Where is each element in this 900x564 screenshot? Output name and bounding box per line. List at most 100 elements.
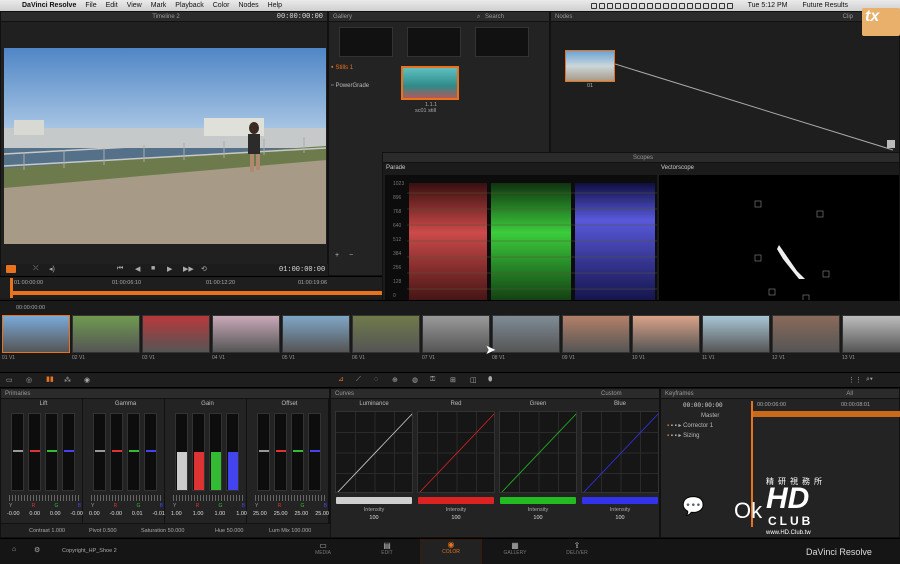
clip-thumbnail[interactable]: 12 V1 — [772, 315, 840, 369]
clip-thumbnail[interactable]: 04 V1 — [212, 315, 280, 369]
channel-meter[interactable] — [45, 413, 58, 491]
menu-playback[interactable]: Playback — [175, 2, 203, 9]
play-icon[interactable]: ▶ — [167, 265, 172, 273]
tab-deliver[interactable]: ⇪ DELIVER — [560, 541, 594, 563]
3d-icon[interactable]: ◫ — [470, 376, 477, 384]
gallery-album-slot-2[interactable] — [407, 27, 461, 57]
fast-forward-icon[interactable]: ▶▶ — [183, 265, 194, 273]
grid-icon[interactable]: ⋮⋮ — [848, 376, 862, 384]
curve-color-bar[interactable] — [418, 497, 494, 504]
tracker-icon[interactable]: ⊕ — [392, 376, 398, 384]
curves-mode[interactable]: Custom — [601, 389, 622, 399]
viewer-image[interactable] — [4, 48, 326, 244]
timeline-ruler[interactable]: 01:00:00:00 01:00:06:10 01:00:12:20 01:0… — [0, 276, 384, 298]
channel-meter[interactable] — [144, 413, 157, 491]
wheel-dial[interactable] — [9, 495, 79, 501]
keyframes-filter[interactable]: All — [846, 389, 853, 399]
window-icon[interactable]: ◌ — [374, 376, 378, 383]
channel-meter[interactable] — [209, 413, 222, 491]
tab-edit[interactable]: ▤ EDIT — [372, 541, 402, 563]
clock[interactable]: Tue 5:12 PM — [748, 2, 788, 9]
settings-icon[interactable]: ⚙ — [34, 546, 40, 554]
parade-label[interactable]: Parade — [386, 165, 405, 171]
app-name[interactable]: DaVinci Resolve — [22, 2, 76, 9]
channel-meter[interactable] — [93, 413, 106, 491]
clip-thumbnail[interactable]: 08 V1 — [492, 315, 560, 369]
node-01[interactable] — [565, 50, 615, 82]
clip-thumbnail[interactable]: 05 V1 — [282, 315, 350, 369]
clip-thumbnail[interactable]: 03 V1 — [142, 315, 210, 369]
wheel-dial[interactable] — [91, 495, 161, 501]
qualifier-icon[interactable]: ⟋ — [356, 376, 361, 384]
wheel-gain[interactable]: Gain Y R G B 1.00 1.00 1.00 1.00 — [169, 399, 247, 523]
keyframe-row-master[interactable]: Master — [665, 411, 749, 421]
key-icon[interactable]: ⚿ — [430, 376, 435, 384]
lum-mix-value[interactable]: Lum Mix 100.000 — [269, 528, 311, 534]
channel-meter[interactable] — [127, 413, 140, 491]
wheel-lift[interactable]: Lift Y R G B -0.00 0.00 0.00 -0.00 — [5, 399, 83, 523]
clip-thumbnail[interactable]: 02 V1 — [72, 315, 140, 369]
curve-graph[interactable] — [499, 411, 577, 493]
curve-blue[interactable]: Blue Intensity 100 — [580, 399, 660, 537]
intensity-value[interactable]: 100 — [580, 515, 660, 521]
clip-label[interactable]: Clip — [843, 12, 853, 22]
zoom-icon[interactable]: ⌕▾ — [866, 376, 873, 384]
curve-graph[interactable] — [335, 411, 413, 493]
gallery-album-slot-1[interactable] — [339, 27, 393, 57]
dropper-icon[interactable]: ⬮ — [488, 376, 492, 384]
menu-nodes[interactable]: Nodes — [238, 2, 258, 9]
clip-thumbnail[interactable]: 13 V1 — [842, 315, 900, 369]
stop-icon[interactable]: ■ — [151, 265, 155, 272]
channel-meter[interactable] — [110, 413, 123, 491]
curve-color-bar[interactable] — [500, 497, 576, 504]
pivot-value[interactable]: Pivot 0.500 — [89, 528, 117, 534]
home-icon[interactable]: ⌂ — [12, 546, 16, 553]
intensity-value[interactable]: 100 — [498, 515, 578, 521]
user-name[interactable]: Future Results — [802, 2, 848, 9]
intensity-value[interactable]: 100 — [334, 515, 414, 521]
color-match-icon[interactable]: ◎ — [26, 376, 32, 384]
clip-thumbnail[interactable]: 06 V1 — [352, 315, 420, 369]
channel-meter[interactable] — [291, 413, 304, 491]
wheel-dial[interactable] — [173, 495, 243, 501]
add-icon[interactable]: + — [335, 252, 339, 259]
gallery-still-thumbnail[interactable] — [401, 66, 459, 100]
menu-file[interactable]: File — [85, 2, 96, 9]
stills-album[interactable]: ▪ Stills 1 — [331, 64, 385, 76]
search-icon[interactable]: ⌕ — [477, 12, 480, 22]
vectorscope-label[interactable]: Vectorscope — [661, 165, 694, 171]
menu-view[interactable]: View — [127, 2, 142, 9]
curve-green[interactable]: Green Intensity 100 — [498, 399, 578, 537]
clip-thumbnail[interactable]: 07 V1 — [422, 315, 490, 369]
hue-value[interactable]: Hue 50.000 — [215, 528, 243, 534]
curve-color-bar[interactable] — [582, 497, 658, 504]
motion-icon[interactable]: ◉ — [84, 376, 90, 384]
curve-color-bar[interactable] — [336, 497, 412, 504]
menu-edit[interactable]: Edit — [106, 2, 118, 9]
clip-thumbnail[interactable]: 01 V1 — [2, 315, 70, 369]
intensity-value[interactable]: 100 — [416, 515, 496, 521]
wheel-offset[interactable]: Offset Y R G B 25.00 25.00 25.00 25.00 — [251, 399, 329, 523]
tab-color[interactable]: ◉ COLOR — [420, 539, 482, 564]
channel-meter[interactable] — [226, 413, 239, 491]
powergrade-album[interactable]: ▫ PowerGrade — [331, 82, 391, 94]
saturation-value[interactable]: Saturation 50.000 — [141, 528, 184, 534]
curve-graph[interactable] — [417, 411, 495, 493]
menu-mark[interactable]: Mark — [151, 2, 167, 9]
menu-color[interactable]: Color — [213, 2, 230, 9]
channel-meter[interactable] — [11, 413, 24, 491]
channel-meter[interactable] — [257, 413, 270, 491]
output-node[interactable] — [887, 140, 895, 148]
channel-meter[interactable] — [175, 413, 188, 491]
clip-thumbnail[interactable]: 10 V1 — [632, 315, 700, 369]
menu-help[interactable]: Help — [268, 2, 282, 9]
primaries-icon[interactable]: ▮▮ — [46, 375, 54, 383]
rewind-icon[interactable]: ◀ — [135, 265, 140, 273]
timeline-track-bar[interactable] — [12, 291, 384, 295]
camera-raw-icon[interactable]: ▭ — [6, 376, 13, 384]
tab-gallery[interactable]: ▦ GALLERY — [498, 541, 532, 563]
wheel-dial[interactable] — [255, 495, 325, 501]
channel-meter[interactable] — [62, 413, 75, 491]
keyframe-row-sizing[interactable]: ▪ ▪ ▪ ▸ Sizing — [665, 431, 749, 441]
bypass-icon[interactable]: ⤫ — [33, 265, 39, 273]
